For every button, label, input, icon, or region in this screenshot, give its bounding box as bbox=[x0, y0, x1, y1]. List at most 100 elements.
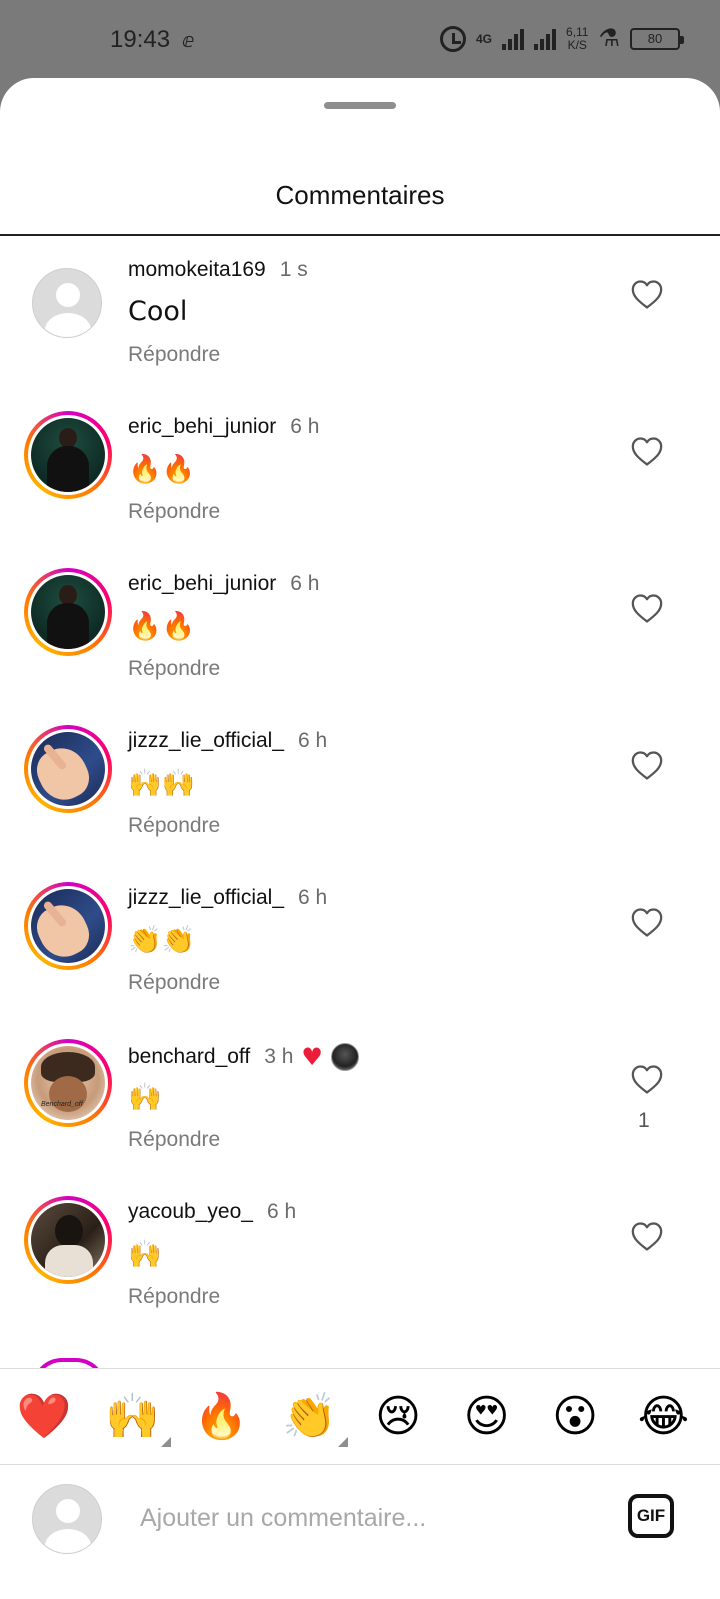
reaction-emoji-button[interactable]: 🙌 bbox=[103, 1387, 171, 1447]
avatar[interactable] bbox=[24, 568, 112, 656]
comment-item: jizzz_lie_official_ 6 h 🙌🙌 Répondre bbox=[0, 707, 720, 864]
comment-item: eric_behi_junior 6 h 🔥🔥 Répondre bbox=[0, 393, 720, 550]
reaction-emoji-button[interactable]: 😍 bbox=[457, 1387, 517, 1447]
variants-indicator-icon bbox=[337, 1437, 348, 1447]
comment-time: 6 h bbox=[298, 886, 328, 909]
like-count[interactable]: 1 bbox=[638, 1109, 650, 1133]
comment-username[interactable]: momokeita169 bbox=[128, 258, 266, 282]
creator-liked-heart-icon: ♥ bbox=[301, 1043, 323, 1071]
comment-username[interactable]: eric_behi_junior bbox=[128, 415, 276, 439]
gif-button[interactable]: GIF bbox=[628, 1494, 674, 1538]
comment-meta: benchard_off 3 h ♥ bbox=[128, 1043, 359, 1071]
comment-text: 🙌 bbox=[128, 1239, 162, 1270]
story-ring: Benchard_off bbox=[24, 1039, 112, 1127]
avatar-image bbox=[31, 418, 105, 492]
comment-meta: momokeita169 1 s bbox=[128, 258, 308, 282]
comment-username[interactable]: benchard_off bbox=[128, 1045, 250, 1069]
avatar[interactable] bbox=[24, 725, 112, 813]
avatar-image bbox=[31, 1203, 105, 1277]
avatar[interactable] bbox=[24, 1196, 112, 1284]
battery-level: 80 bbox=[647, 31, 663, 46]
comment-username[interactable]: jizzz_lie_official_ bbox=[128, 886, 284, 910]
network-speed: 6,11 K/S bbox=[566, 24, 589, 52]
comment-item: Benchard_off benchard_off 3 h ♥ 🙌 Répondre 1 bbox=[0, 1021, 720, 1178]
like-heart-icon[interactable] bbox=[630, 1220, 664, 1252]
comment-item: momokeita169 1 s Cool Répondre bbox=[0, 236, 720, 393]
comments-list[interactable]: momokeita169 1 s Cool Répondre eric_behi_jun… bbox=[0, 236, 720, 1368]
avatar-caption: Benchard_off bbox=[41, 1101, 83, 1108]
signal-icon-2 bbox=[534, 28, 557, 50]
comment-composer: GIF bbox=[0, 1466, 720, 1599]
variants-indicator-icon bbox=[160, 1437, 171, 1447]
comment-item: jizzz_lie_official_ 6 h 👏👏 Répondre bbox=[0, 864, 720, 1021]
comment-meta: jizzz_lie_official_ 6 h bbox=[128, 729, 327, 753]
avatar-frame: Benchard_off bbox=[28, 1043, 108, 1123]
reaction-emoji-button[interactable]: 😮 bbox=[545, 1387, 605, 1447]
reaction-emoji: ❤️ bbox=[16, 1391, 72, 1442]
comment-time: 6 h bbox=[290, 415, 320, 438]
reaction-emoji-button[interactable]: 🔥 bbox=[191, 1387, 251, 1447]
comment-input[interactable] bbox=[140, 1504, 600, 1533]
like-heart-icon[interactable] bbox=[630, 1063, 664, 1095]
avatar-frame bbox=[28, 1200, 108, 1280]
reply-button[interactable]: Répondre bbox=[128, 343, 220, 367]
avatar[interactable]: Benchard_off bbox=[24, 1039, 112, 1127]
reaction-emoji: 😢 bbox=[375, 1391, 421, 1442]
creator-avatar bbox=[330, 1043, 359, 1071]
reaction-emoji-button[interactable]: 😂 bbox=[634, 1387, 694, 1447]
status-bar: 19:43 ⅇ 4G 6,11 K/S ⚗ 80 bbox=[0, 0, 720, 80]
drag-handle[interactable] bbox=[324, 102, 396, 109]
comment-text: 🙌🙌 bbox=[128, 768, 196, 799]
reply-button[interactable]: Répondre bbox=[128, 1285, 220, 1309]
reaction-emoji-button[interactable]: 😢 bbox=[368, 1387, 428, 1447]
comment-time: 3 h bbox=[264, 1045, 294, 1068]
current-user-avatar bbox=[32, 1484, 102, 1554]
comment-text: Cool bbox=[128, 296, 188, 327]
reaction-emoji: 😂 bbox=[637, 1391, 690, 1442]
story-ring bbox=[24, 1196, 112, 1284]
comment-text: 👏👏 bbox=[128, 925, 196, 956]
comment-meta: eric_behi_junior 6 h bbox=[128, 415, 319, 439]
comment-username[interactable]: jizzz_lie_official_ bbox=[128, 729, 284, 753]
comment-meta: eric_behi_junior 6 h bbox=[128, 572, 319, 596]
reply-button[interactable]: Répondre bbox=[128, 657, 220, 681]
avatar-frame bbox=[28, 572, 108, 652]
comment-username[interactable]: yacoub_yeo_ bbox=[128, 1200, 253, 1224]
avatar[interactable] bbox=[24, 882, 112, 970]
comment-text: 🙌 bbox=[128, 1082, 162, 1113]
reply-button[interactable]: Répondre bbox=[128, 971, 220, 995]
sheet-title: Commentaires bbox=[275, 180, 445, 210]
avatar[interactable] bbox=[32, 268, 102, 338]
avatar-image bbox=[31, 889, 105, 963]
reaction-emoji: 😮 bbox=[552, 1391, 598, 1442]
reply-button[interactable]: Répondre bbox=[128, 814, 220, 838]
signal-icon bbox=[502, 28, 525, 50]
reply-button[interactable]: Répondre bbox=[128, 1128, 220, 1152]
comment-text: 🔥🔥 bbox=[128, 454, 196, 485]
reaction-emoji-button[interactable]: ❤️ bbox=[14, 1387, 74, 1447]
like-heart-icon[interactable] bbox=[630, 435, 664, 467]
reaction-emoji: 🔥 bbox=[193, 1391, 249, 1442]
alarm-icon bbox=[440, 25, 466, 52]
reaction-emoji: 😍 bbox=[463, 1391, 510, 1442]
like-heart-icon[interactable] bbox=[630, 749, 664, 781]
avatar-image bbox=[31, 575, 105, 649]
status-time: 19:43 bbox=[110, 26, 171, 53]
comment-username[interactable]: eric_behi_junior bbox=[128, 572, 276, 596]
avatar-frame bbox=[28, 886, 108, 966]
speed-value: 6,11 bbox=[566, 24, 589, 39]
reply-button[interactable]: Répondre bbox=[128, 500, 220, 524]
like-heart-icon[interactable] bbox=[630, 278, 664, 310]
avatar[interactable] bbox=[24, 411, 112, 499]
battery-icon: 80 bbox=[630, 27, 684, 50]
network-type: 4G bbox=[476, 31, 493, 46]
story-ring bbox=[24, 882, 112, 970]
speed-unit: K/S bbox=[567, 37, 587, 52]
like-heart-icon[interactable] bbox=[630, 592, 664, 624]
lab-icon: ⚗ bbox=[598, 25, 620, 52]
story-ring bbox=[24, 411, 112, 499]
like-heart-icon[interactable] bbox=[630, 906, 664, 938]
comment-item: yacoub_yeo_ 6 h 🙌 Répondre bbox=[0, 1178, 720, 1335]
comment-time: 6 h bbox=[290, 572, 320, 595]
reaction-emoji-button[interactable]: 👏 bbox=[280, 1387, 348, 1447]
